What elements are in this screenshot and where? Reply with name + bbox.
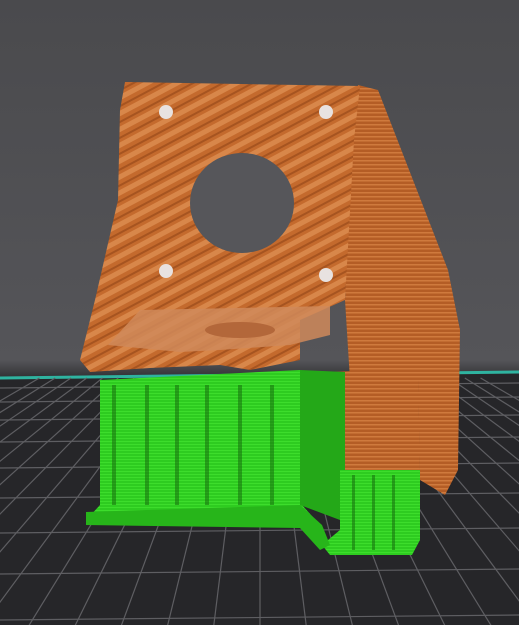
- support-rib: [175, 385, 179, 505]
- screw-hole: [319, 268, 333, 282]
- ledge-hole: [205, 322, 275, 338]
- 3d-viewport[interactable]: [0, 0, 519, 625]
- support-rib: [352, 475, 355, 550]
- motor-hole: [190, 153, 294, 253]
- support-rib: [112, 385, 116, 505]
- screw-hole: [159, 264, 173, 278]
- support-rib: [392, 475, 395, 550]
- sliced-model-preview[interactable]: [0, 0, 519, 625]
- screw-hole: [319, 105, 333, 119]
- support-rib: [372, 475, 375, 550]
- support-rib: [145, 385, 149, 505]
- support-block-left: [88, 370, 320, 525]
- screw-hole: [159, 105, 173, 119]
- support-rib: [270, 385, 274, 505]
- support-block-middle: [300, 370, 345, 520]
- support-rib: [205, 385, 209, 505]
- support-rib: [238, 385, 242, 505]
